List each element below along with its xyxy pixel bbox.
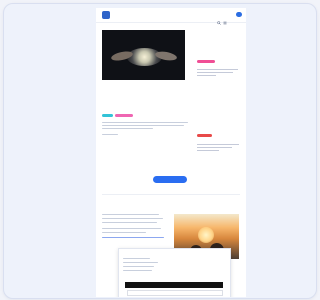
body-line-1 (102, 122, 188, 124)
account-button[interactable] (236, 12, 242, 17)
sun-glow (198, 227, 214, 243)
cyan-tag[interactable] (102, 114, 113, 117)
section-line-2 (102, 218, 163, 220)
sidebar-item-2-tag[interactable] (197, 134, 212, 137)
author-line (102, 134, 118, 136)
load-more-button[interactable] (153, 176, 187, 183)
overlay-secondary-button[interactable] (127, 290, 223, 296)
section-line-1 (102, 214, 159, 216)
body-line-2 (102, 125, 184, 127)
pink-tag[interactable] (115, 114, 133, 117)
section-line-3 (102, 222, 157, 224)
search-icon[interactable] (217, 12, 221, 25)
hero-image (102, 30, 185, 80)
section-divider (102, 194, 240, 195)
overlay-line-2 (123, 262, 158, 264)
overlay-primary-button[interactable] (125, 282, 223, 288)
sidebar-line-6 (197, 150, 219, 152)
logo-icon (102, 11, 110, 19)
overlay-line-1 (123, 258, 150, 260)
body-line-3 (102, 128, 153, 130)
section-link-line[interactable] (102, 237, 164, 239)
sidebar-line-1 (197, 69, 238, 71)
top-nav (96, 8, 246, 25)
screenshot-card (3, 3, 317, 299)
sidebar-item-1-tag[interactable] (197, 60, 215, 63)
sidebar-line-3 (197, 75, 216, 77)
sidebar-line-2 (197, 72, 233, 74)
sidebar-line-4 (197, 144, 239, 146)
section-line-4 (102, 228, 161, 230)
cookie-overlay (118, 248, 231, 297)
overlay-line-4 (123, 270, 152, 272)
sidebar-line-5 (197, 147, 232, 149)
section-line-5 (102, 232, 146, 234)
overlay-line-3 (123, 266, 154, 268)
web-page (96, 8, 246, 297)
menu-icon[interactable] (223, 12, 227, 25)
